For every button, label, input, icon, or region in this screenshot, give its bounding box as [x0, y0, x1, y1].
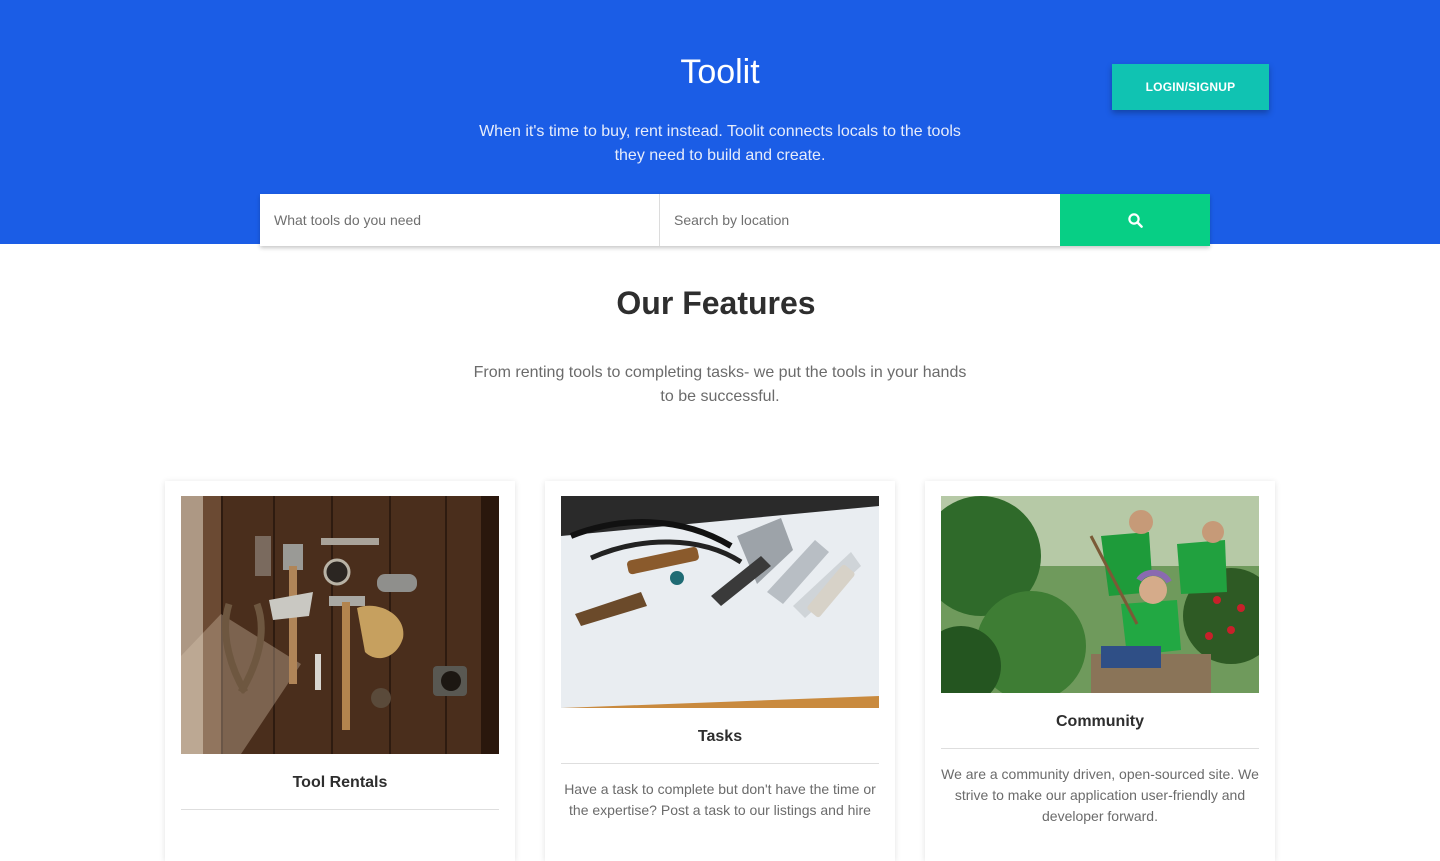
features-title: Our Features — [616, 285, 816, 321]
community-text: We are a community driven, open-sourced … — [941, 766, 1259, 824]
community-title: Community — [1056, 713, 1144, 730]
hero-tagline: When it's time to buy, rent instead. Too… — [479, 123, 961, 164]
search-bar — [260, 194, 1210, 246]
card-divider — [181, 809, 499, 810]
search-icon — [1127, 212, 1143, 228]
community-image — [941, 496, 1259, 693]
tool-rentals-image — [181, 496, 499, 754]
search-button[interactable] — [1060, 194, 1210, 246]
tasks-text: Have a task to complete but don't have t… — [564, 781, 876, 818]
login-signup-button[interactable]: LOGIN/SIGNUP — [1112, 64, 1269, 110]
tasks-title: Tasks — [697, 728, 743, 745]
feature-card-community: Community We are a community driven, ope… — [925, 481, 1275, 861]
tool-rentals-title: Tool Rentals — [292, 774, 388, 791]
tools-search-input[interactable] — [260, 194, 660, 246]
card-divider — [561, 763, 879, 764]
feature-card-tool-rentals: Tool Rentals — [165, 481, 515, 861]
tasks-image — [561, 496, 879, 708]
features-subtitle: From renting tools to completing tasks- … — [473, 364, 967, 405]
location-search-input[interactable] — [660, 194, 1060, 246]
card-divider — [941, 748, 1259, 749]
feature-card-tasks: Tasks Have a task to complete but don't … — [545, 481, 895, 861]
